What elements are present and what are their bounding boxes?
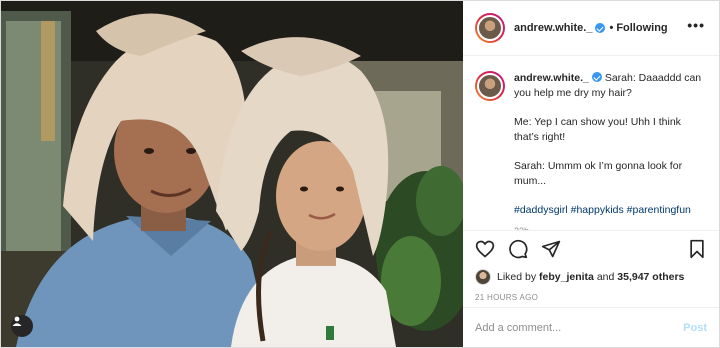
liker-username[interactable]: feby_jenita xyxy=(539,271,594,283)
paper-plane-icon xyxy=(541,240,561,257)
photo-illustration xyxy=(1,1,463,347)
more-options-icon[interactable]: ••• xyxy=(687,17,705,39)
share-button[interactable] xyxy=(539,237,563,261)
caption-verified-badge-icon xyxy=(591,72,602,82)
post-header: andrew.white._ • Following ••• xyxy=(463,1,719,56)
liker-avatar[interactable] xyxy=(475,269,491,285)
likes-summary: Liked by feby_jenita and 35,947 others xyxy=(463,266,719,288)
post-sidebar: andrew.white._ • Following ••• andrew.wh… xyxy=(463,1,719,347)
likes-count[interactable]: 35,947 others xyxy=(617,271,684,283)
comment-icon xyxy=(509,239,528,258)
post-date[interactable]: 21 HOURS AGO xyxy=(463,288,719,308)
author-avatar[interactable] xyxy=(475,13,505,43)
caption-author-avatar[interactable] xyxy=(475,71,505,101)
caption-text: andrew.white._ Sarah: Daaaddd can you he… xyxy=(514,71,707,230)
likes-prefix: Liked by xyxy=(497,271,537,283)
caption-hashtags[interactable]: #daddysgirl #happykids #parentingfun xyxy=(514,204,691,216)
user-tag-icon xyxy=(12,316,22,326)
save-button[interactable] xyxy=(685,237,709,261)
bookmark-icon xyxy=(690,239,704,258)
tagged-users-button[interactable] xyxy=(11,315,33,337)
heart-icon xyxy=(475,240,495,258)
likes-and: and xyxy=(596,271,615,283)
author-username[interactable]: andrew.white._ xyxy=(514,22,592,34)
post-comment-button[interactable]: Post xyxy=(683,322,707,334)
verified-badge-icon xyxy=(595,23,606,33)
caption-username[interactable]: andrew.white._ xyxy=(514,72,589,84)
separator-dot: • xyxy=(609,22,614,34)
instagram-post: andrew.white._ • Following ••• andrew.wh… xyxy=(0,0,720,348)
caption-line-3: Sarah: Ummm ok I’m gonna look for mum... xyxy=(514,160,683,187)
comment-input[interactable] xyxy=(475,321,684,334)
like-button[interactable] xyxy=(473,237,497,261)
following-button[interactable]: Following xyxy=(616,22,667,34)
comment-button[interactable] xyxy=(506,237,530,261)
action-bar xyxy=(463,230,719,266)
caption-line-2: Me: Yep I can show you! Uhh I think that… xyxy=(514,116,681,143)
comment-form: Post xyxy=(463,307,719,347)
post-photo[interactable] xyxy=(1,1,463,347)
caption-section: andrew.white._ Sarah: Daaaddd can you he… xyxy=(463,56,719,230)
